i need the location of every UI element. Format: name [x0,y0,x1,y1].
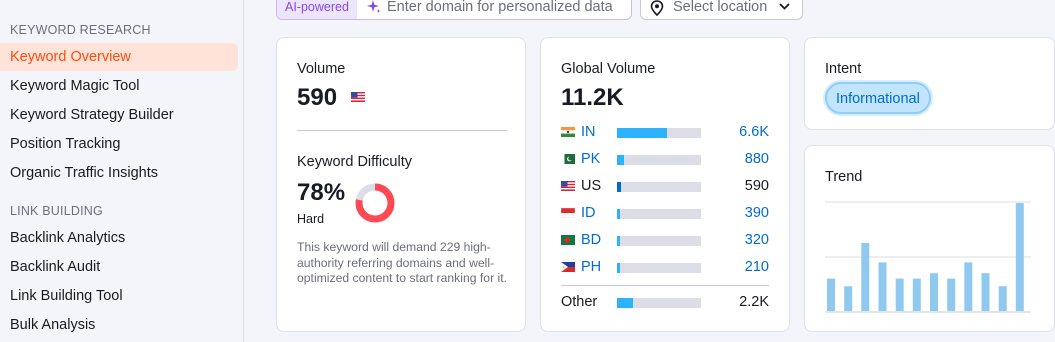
nav-bulk-analysis[interactable]: Bulk Analysis [0,311,238,339]
volume-label: Volume [297,61,346,77]
country-code: BD [581,232,602,248]
nav-keyword-strategy-builder[interactable]: Keyword Strategy Builder [0,101,238,129]
country-bar-fill [617,155,624,165]
us-flag-icon [561,181,575,191]
country-value: 6.6K [739,124,769,140]
trend-bar [827,278,835,311]
country-row-id[interactable]: ID 390 [561,203,769,223]
trend-card: Trend [804,145,1055,332]
trend-bar [947,278,956,311]
trend-label: Trend [825,169,863,185]
ai-powered-tag: AI-powered [277,0,357,19]
trend-bar [981,273,990,311]
trend-bar [964,262,973,311]
trend-bar [1015,203,1024,311]
nav-link-building-tool[interactable]: Link Building Tool [0,282,238,310]
country-value: 320 [744,232,769,248]
country-bar [617,155,701,165]
trend-bar [998,286,1007,311]
country-code: ID [581,205,596,221]
pk-flag-icon [561,154,575,164]
country-row-bd[interactable]: BD 320 [561,230,769,250]
country-code: IN [581,124,596,140]
country-code: US [581,178,602,194]
other-bar-fill [617,298,633,308]
intent-card: Intent Informational [804,37,1055,130]
other-value: 2.2K [739,294,769,310]
id-flag-icon [561,208,575,218]
country-value: 590 [744,178,769,194]
section-title-link-building: LINK BUILDING [10,204,103,218]
country-bar-fill [617,263,620,273]
ai-domain-box: AI-powered [276,0,632,20]
nav-backlink-audit[interactable]: Backlink Audit [0,253,238,281]
bd-flag-icon [561,235,575,245]
other-label: Other [561,294,598,310]
sparkle-icon [367,0,381,13]
location-select[interactable]: Select location [640,0,803,20]
global-volume-label: Global Volume [561,61,656,77]
section-title-keyword-research: KEYWORD RESEARCH [10,23,151,37]
country-bar [617,263,701,273]
intent-label: Intent [825,61,862,77]
country-bar [617,236,701,246]
country-row-ph[interactable]: PH 210 [561,257,769,277]
kd-donut-chart [355,183,395,223]
global-volume-card: Global Volume 11.2K IN 6.6K PK 880 US 59… [540,37,790,332]
country-bar-fill [617,182,621,192]
trend-bar [861,243,870,311]
country-row-in[interactable]: IN 6.6K [561,122,769,142]
kd-value: 78% [297,179,346,206]
trend-bar [844,286,853,311]
global-volume-value: 11.2K [561,84,624,111]
country-bar-fill [617,209,620,219]
country-value: 880 [744,151,769,167]
nav-backlink-analytics[interactable]: Backlink Analytics [0,224,238,252]
trend-bar [930,273,938,311]
country-bar [617,128,701,138]
intent-badge[interactable]: Informational [825,82,931,114]
country-code: PH [581,259,602,275]
country-bar [617,209,701,219]
other-bar [617,298,701,308]
country-value: 390 [744,205,769,221]
kd-description: This keyword will demand 229 high-author… [297,240,507,285]
trend-bar [912,278,921,311]
nav-position-tracking[interactable]: Position Tracking [0,130,238,158]
us-flag-icon [351,92,365,102]
country-bar-fill [617,128,667,138]
ai-input-wrap [357,0,631,19]
country-row-other: Other 2.2K [561,292,769,312]
country-row-pk[interactable]: PK 880 [561,149,769,169]
trend-bar [878,262,887,311]
trend-bar [895,278,904,311]
nav-keyword-magic-tool[interactable]: Keyword Magic Tool [0,72,238,100]
country-row-us: US 590 [561,176,769,196]
kd-label: Keyword Difficulty [297,154,412,170]
country-code: PK [581,151,601,167]
nav-keyword-overview[interactable]: Keyword Overview [0,43,238,71]
location-pin-icon [650,0,664,16]
divider [297,130,507,131]
country-bar-fill [617,236,620,246]
volume-card: Volume 590 Keyword Difficulty 78% Hard T… [276,37,526,332]
ph-flag-icon [561,262,575,272]
trend-chart [825,201,1031,313]
domain-input[interactable] [387,0,627,18]
divider [561,285,769,286]
country-bar [617,182,701,192]
volume-value: 590 [297,84,338,111]
location-label: Select location [673,0,768,15]
chevron-down-icon [779,3,790,10]
kd-level: Hard [297,212,325,226]
country-value: 210 [744,259,769,275]
in-flag-icon [561,127,575,137]
sidebar: KEYWORD RESEARCH Keyword Overview Keywor… [0,0,244,342]
nav-organic-traffic-insights[interactable]: Organic Traffic Insights [0,159,238,187]
